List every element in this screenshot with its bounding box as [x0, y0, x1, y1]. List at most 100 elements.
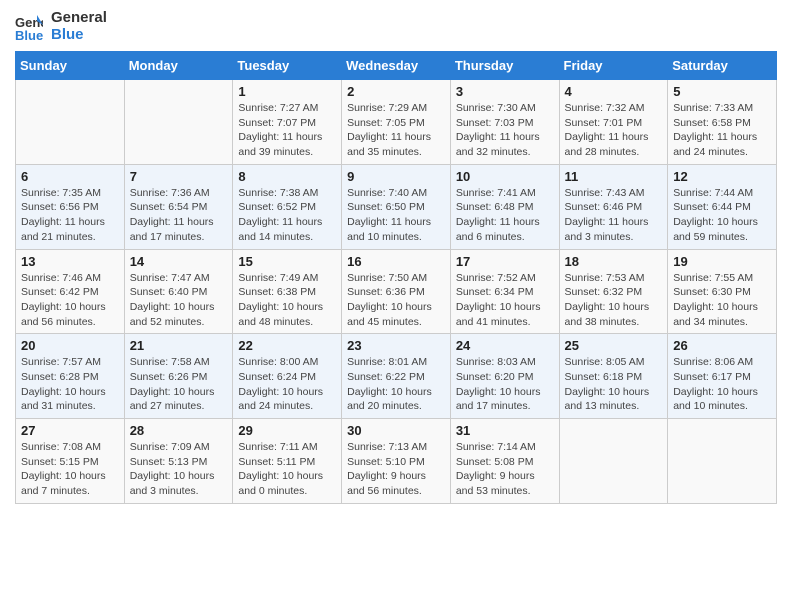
day-number: 16: [347, 254, 445, 269]
calendar-cell: 19 Sunrise: 7:55 AMSunset: 6:30 PMDaylig…: [668, 249, 777, 334]
day-info: Sunrise: 7:49 AMSunset: 6:38 PMDaylight:…: [238, 271, 336, 330]
day-info: Sunrise: 7:47 AMSunset: 6:40 PMDaylight:…: [130, 271, 228, 330]
day-number: 1: [238, 84, 336, 99]
day-number: 22: [238, 338, 336, 353]
day-info: Sunrise: 7:13 AMSunset: 5:10 PMDaylight:…: [347, 440, 445, 499]
day-number: 28: [130, 423, 228, 438]
calendar-cell: 2 Sunrise: 7:29 AMSunset: 7:05 PMDayligh…: [342, 80, 451, 165]
day-info: Sunrise: 7:52 AMSunset: 6:34 PMDaylight:…: [456, 271, 554, 330]
calendar-cell: 15 Sunrise: 7:49 AMSunset: 6:38 PMDaylig…: [233, 249, 342, 334]
day-info: Sunrise: 7:53 AMSunset: 6:32 PMDaylight:…: [565, 271, 663, 330]
logo-line1: General: [51, 10, 107, 27]
day-number: 3: [456, 84, 554, 99]
day-info: Sunrise: 8:05 AMSunset: 6:18 PMDaylight:…: [565, 355, 663, 414]
day-info: Sunrise: 7:55 AMSunset: 6:30 PMDaylight:…: [673, 271, 771, 330]
day-info: Sunrise: 7:38 AMSunset: 6:52 PMDaylight:…: [238, 186, 336, 245]
day-number: 21: [130, 338, 228, 353]
weekday-friday: Friday: [559, 52, 668, 80]
calendar-cell: 26 Sunrise: 8:06 AMSunset: 6:17 PMDaylig…: [668, 334, 777, 419]
calendar-cell: 21 Sunrise: 7:58 AMSunset: 6:26 PMDaylig…: [124, 334, 233, 419]
day-number: 26: [673, 338, 771, 353]
calendar-cell: 28 Sunrise: 7:09 AMSunset: 5:13 PMDaylig…: [124, 419, 233, 504]
day-info: Sunrise: 7:50 AMSunset: 6:36 PMDaylight:…: [347, 271, 445, 330]
calendar-cell: 30 Sunrise: 7:13 AMSunset: 5:10 PMDaylig…: [342, 419, 451, 504]
day-info: Sunrise: 7:32 AMSunset: 7:01 PMDaylight:…: [565, 101, 663, 160]
weekday-wednesday: Wednesday: [342, 52, 451, 80]
logo: General Blue General Blue: [15, 10, 107, 43]
day-info: Sunrise: 7:08 AMSunset: 5:15 PMDaylight:…: [21, 440, 119, 499]
week-row-0: 1 Sunrise: 7:27 AMSunset: 7:07 PMDayligh…: [16, 80, 777, 165]
calendar-cell: 10 Sunrise: 7:41 AMSunset: 6:48 PMDaylig…: [450, 164, 559, 249]
day-info: Sunrise: 7:14 AMSunset: 5:08 PMDaylight:…: [456, 440, 554, 499]
day-number: 10: [456, 169, 554, 184]
day-number: 20: [21, 338, 119, 353]
day-info: Sunrise: 8:01 AMSunset: 6:22 PMDaylight:…: [347, 355, 445, 414]
calendar-cell: 25 Sunrise: 8:05 AMSunset: 6:18 PMDaylig…: [559, 334, 668, 419]
logo-icon: General Blue: [15, 13, 43, 41]
calendar-cell: 14 Sunrise: 7:47 AMSunset: 6:40 PMDaylig…: [124, 249, 233, 334]
calendar-cell: 5 Sunrise: 7:33 AMSunset: 6:58 PMDayligh…: [668, 80, 777, 165]
week-row-2: 13 Sunrise: 7:46 AMSunset: 6:42 PMDaylig…: [16, 249, 777, 334]
day-number: 8: [238, 169, 336, 184]
week-row-3: 20 Sunrise: 7:57 AMSunset: 6:28 PMDaylig…: [16, 334, 777, 419]
day-info: Sunrise: 7:40 AMSunset: 6:50 PMDaylight:…: [347, 186, 445, 245]
weekday-header-row: SundayMondayTuesdayWednesdayThursdayFrid…: [16, 52, 777, 80]
day-info: Sunrise: 7:46 AMSunset: 6:42 PMDaylight:…: [21, 271, 119, 330]
day-info: Sunrise: 7:30 AMSunset: 7:03 PMDaylight:…: [456, 101, 554, 160]
day-number: 12: [673, 169, 771, 184]
day-number: 31: [456, 423, 554, 438]
calendar-cell: [668, 419, 777, 504]
calendar-cell: 4 Sunrise: 7:32 AMSunset: 7:01 PMDayligh…: [559, 80, 668, 165]
calendar-cell: 6 Sunrise: 7:35 AMSunset: 6:56 PMDayligh…: [16, 164, 125, 249]
day-number: 7: [130, 169, 228, 184]
calendar-cell: 29 Sunrise: 7:11 AMSunset: 5:11 PMDaylig…: [233, 419, 342, 504]
calendar-cell: 31 Sunrise: 7:14 AMSunset: 5:08 PMDaylig…: [450, 419, 559, 504]
day-number: 29: [238, 423, 336, 438]
day-number: 9: [347, 169, 445, 184]
day-number: 17: [456, 254, 554, 269]
weekday-thursday: Thursday: [450, 52, 559, 80]
svg-text:Blue: Blue: [15, 28, 43, 41]
calendar-table: SundayMondayTuesdayWednesdayThursdayFrid…: [15, 51, 777, 504]
day-info: Sunrise: 8:06 AMSunset: 6:17 PMDaylight:…: [673, 355, 771, 414]
calendar-body: 1 Sunrise: 7:27 AMSunset: 7:07 PMDayligh…: [16, 80, 777, 504]
day-info: Sunrise: 8:03 AMSunset: 6:20 PMDaylight:…: [456, 355, 554, 414]
calendar-cell: 23 Sunrise: 8:01 AMSunset: 6:22 PMDaylig…: [342, 334, 451, 419]
day-number: 14: [130, 254, 228, 269]
day-info: Sunrise: 8:00 AMSunset: 6:24 PMDaylight:…: [238, 355, 336, 414]
day-info: Sunrise: 7:58 AMSunset: 6:26 PMDaylight:…: [130, 355, 228, 414]
logo-line2: Blue: [51, 27, 107, 44]
day-info: Sunrise: 7:41 AMSunset: 6:48 PMDaylight:…: [456, 186, 554, 245]
weekday-saturday: Saturday: [668, 52, 777, 80]
day-info: Sunrise: 7:09 AMSunset: 5:13 PMDaylight:…: [130, 440, 228, 499]
day-number: 5: [673, 84, 771, 99]
day-number: 24: [456, 338, 554, 353]
calendar-cell: [16, 80, 125, 165]
calendar-cell: 1 Sunrise: 7:27 AMSunset: 7:07 PMDayligh…: [233, 80, 342, 165]
day-info: Sunrise: 7:33 AMSunset: 6:58 PMDaylight:…: [673, 101, 771, 160]
day-number: 11: [565, 169, 663, 184]
calendar-cell: 11 Sunrise: 7:43 AMSunset: 6:46 PMDaylig…: [559, 164, 668, 249]
weekday-monday: Monday: [124, 52, 233, 80]
day-info: Sunrise: 7:57 AMSunset: 6:28 PMDaylight:…: [21, 355, 119, 414]
weekday-sunday: Sunday: [16, 52, 125, 80]
calendar-cell: 17 Sunrise: 7:52 AMSunset: 6:34 PMDaylig…: [450, 249, 559, 334]
page-header: General Blue General Blue: [15, 10, 777, 43]
day-info: Sunrise: 7:36 AMSunset: 6:54 PMDaylight:…: [130, 186, 228, 245]
calendar-cell: 13 Sunrise: 7:46 AMSunset: 6:42 PMDaylig…: [16, 249, 125, 334]
calendar-cell: 18 Sunrise: 7:53 AMSunset: 6:32 PMDaylig…: [559, 249, 668, 334]
day-info: Sunrise: 7:29 AMSunset: 7:05 PMDaylight:…: [347, 101, 445, 160]
day-info: Sunrise: 7:44 AMSunset: 6:44 PMDaylight:…: [673, 186, 771, 245]
calendar-cell: [124, 80, 233, 165]
week-row-4: 27 Sunrise: 7:08 AMSunset: 5:15 PMDaylig…: [16, 419, 777, 504]
week-row-1: 6 Sunrise: 7:35 AMSunset: 6:56 PMDayligh…: [16, 164, 777, 249]
day-info: Sunrise: 7:43 AMSunset: 6:46 PMDaylight:…: [565, 186, 663, 245]
calendar-cell: 20 Sunrise: 7:57 AMSunset: 6:28 PMDaylig…: [16, 334, 125, 419]
day-number: 23: [347, 338, 445, 353]
day-number: 19: [673, 254, 771, 269]
calendar-cell: 7 Sunrise: 7:36 AMSunset: 6:54 PMDayligh…: [124, 164, 233, 249]
calendar-cell: 27 Sunrise: 7:08 AMSunset: 5:15 PMDaylig…: [16, 419, 125, 504]
calendar-cell: 22 Sunrise: 8:00 AMSunset: 6:24 PMDaylig…: [233, 334, 342, 419]
weekday-tuesday: Tuesday: [233, 52, 342, 80]
day-number: 6: [21, 169, 119, 184]
